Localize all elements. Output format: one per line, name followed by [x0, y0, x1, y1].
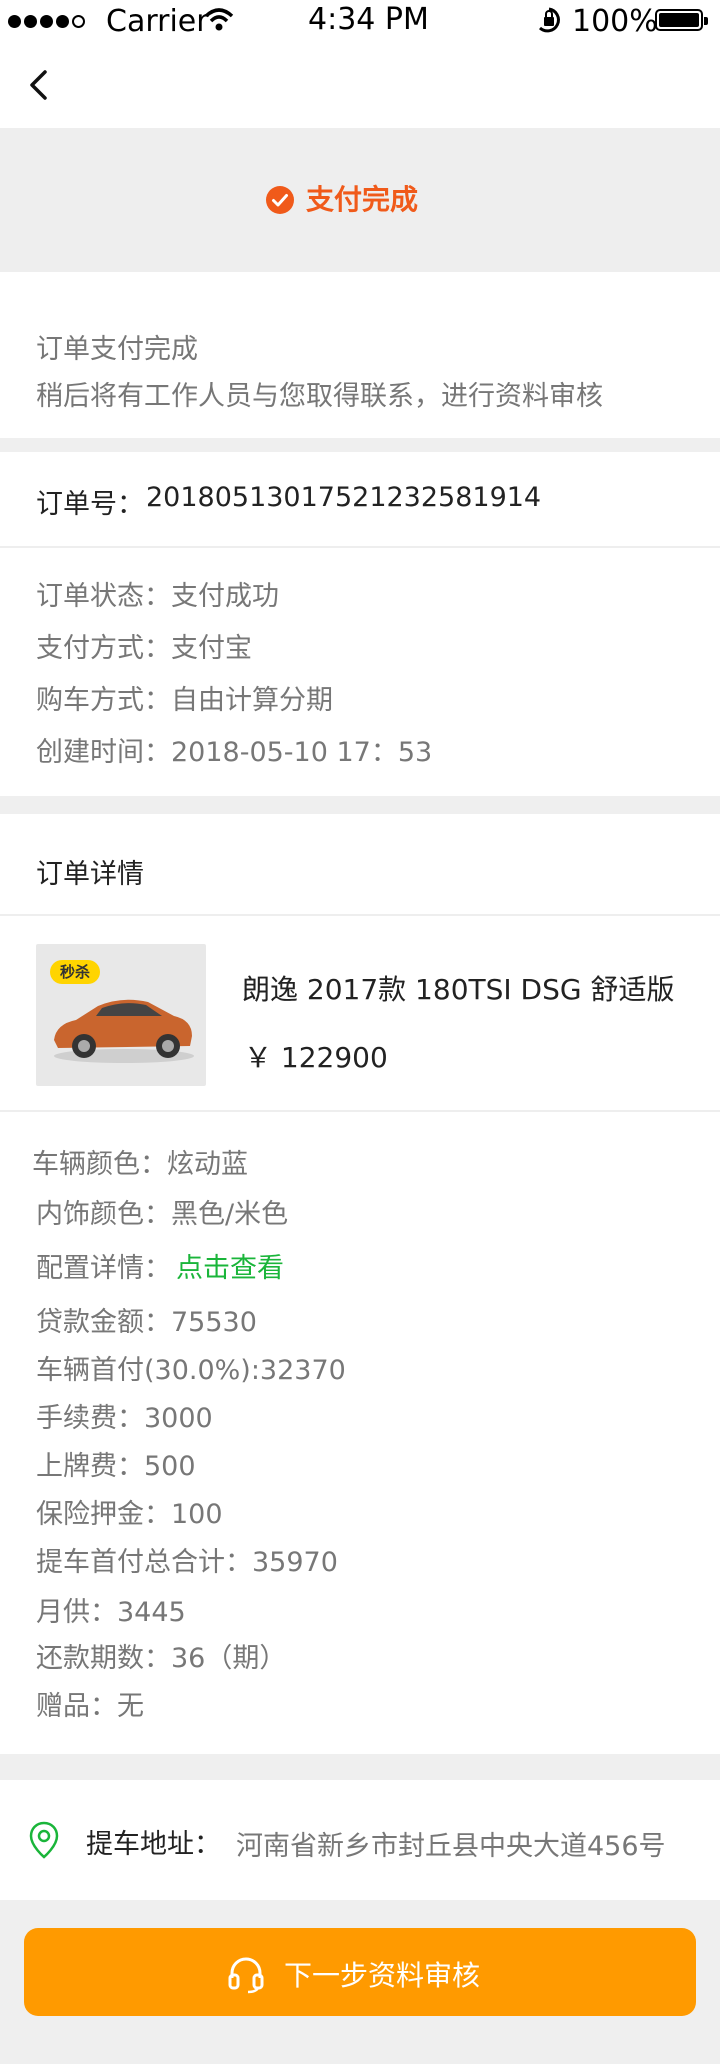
orientation-lock-icon — [535, 6, 563, 40]
pickup-address-section: 提车地址： 河南省新乡市封丘县中央大道456号 — [0, 1780, 720, 1900]
gift: 赠品：无 — [36, 1691, 144, 1722]
carrier-label: Carrier — [106, 4, 209, 39]
monthly-payment: 月供：3445 — [36, 1597, 186, 1628]
pickup-label: 提车地址： — [86, 1829, 221, 1860]
car-price: ￥ 122900 — [244, 1041, 388, 1074]
car-color: 车辆颜色：炫动蓝 — [32, 1149, 248, 1180]
battery-icon — [655, 9, 708, 31]
wifi-icon — [204, 2, 234, 40]
interior-color: 内饰颜色：黑色/米色 — [36, 1199, 289, 1230]
payment-success-banner: 支付完成 — [0, 128, 720, 272]
divider — [0, 914, 720, 916]
pickup-address: 河南省新乡市封丘县中央大道456号 — [236, 1831, 666, 1862]
location-pin-icon — [28, 1820, 60, 1864]
notice-section: 订单支付完成 稍后将有工作人员与您取得联系，进行资料审核 — [0, 272, 720, 438]
divider — [0, 546, 720, 548]
repayment-periods: 还款期数：36（期） — [36, 1643, 287, 1674]
notice-title: 订单支付完成 — [36, 334, 198, 365]
total-down-payment: 提车首付总合计：35970 — [36, 1547, 338, 1578]
next-step-review-button[interactable]: 下一步资料审核 — [24, 1928, 696, 2016]
status-bar: Carrier 4:34 PM 100% — [0, 0, 720, 44]
divider — [0, 1110, 720, 1112]
banner-title: 支付完成 — [306, 183, 419, 216]
car-name[interactable]: 朗逸 2017款 180TSI DSG 舒适版 — [242, 968, 674, 1008]
check-circle-icon — [266, 186, 294, 218]
config-view-link[interactable]: 点击查看 — [176, 1246, 284, 1285]
order-number-label: 订单号： — [36, 489, 144, 520]
back-button[interactable] — [14, 60, 64, 110]
notice-message: 稍后将有工作人员与您取得联系，进行资料审核 — [36, 381, 603, 412]
order-status: 订单状态：支付成功 — [36, 581, 279, 612]
loan-amount: 贷款金额：75530 — [36, 1307, 257, 1338]
plate-fee: 上牌费：500 — [36, 1451, 196, 1482]
order-number: 20180513017521232581914 — [146, 482, 542, 513]
payment-method: 支付方式：支付宝 — [36, 633, 252, 664]
clock: 4:34 PM — [308, 2, 429, 37]
detail-title: 订单详情 — [36, 859, 144, 890]
headset-icon — [226, 1954, 266, 1998]
insurance-deposit: 保险押金：100 — [36, 1499, 223, 1530]
flash-sale-badge: 秒杀 — [50, 960, 100, 984]
config-label: 配置详情： — [36, 1253, 171, 1284]
purchase-method: 购车方式：自由计算分期 — [36, 685, 333, 716]
handling-fee: 手续费：3000 — [36, 1403, 213, 1434]
chevron-left-icon — [30, 70, 47, 100]
signal-strength-icon — [8, 13, 88, 32]
battery-percent: 100% — [572, 4, 658, 39]
created-time: 创建时间：2018-05-10 17：53 — [36, 737, 433, 768]
down-payment: 车辆首付(30.0%):32370 — [36, 1355, 346, 1386]
order-info-section: 订单号： 20180513017521232581914 订单状态：支付成功 支… — [0, 452, 720, 796]
nav-bar — [0, 44, 720, 128]
next-step-label: 下一步资料审核 — [284, 1959, 481, 1992]
